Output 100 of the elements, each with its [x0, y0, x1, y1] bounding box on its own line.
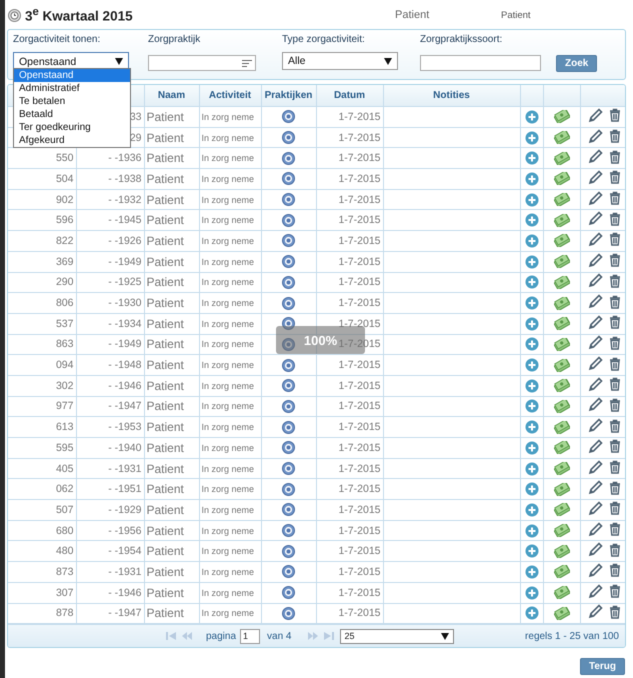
back-button[interactable]: Terug	[580, 658, 625, 676]
pencil-icon[interactable]	[588, 252, 603, 268]
trash-icon[interactable]	[608, 439, 621, 454]
banknote-icon[interactable]	[554, 338, 570, 351]
plus-icon[interactable]	[524, 151, 538, 166]
trash-icon[interactable]	[608, 315, 621, 330]
column-header[interactable]: Notities	[383, 85, 520, 106]
plus-icon[interactable]	[524, 316, 538, 331]
plus-icon[interactable]	[524, 337, 538, 352]
search-button[interactable]: Zoek	[556, 55, 598, 72]
pencil-icon[interactable]	[588, 356, 603, 372]
help-icon[interactable]	[282, 606, 295, 620]
column-header[interactable]: Datum	[316, 85, 383, 106]
banknote-icon[interactable]	[554, 317, 570, 330]
dropdown-option[interactable]: Betaald	[14, 108, 130, 121]
plus-icon[interactable]	[524, 213, 538, 228]
plus-icon[interactable]	[524, 564, 538, 579]
trash-icon[interactable]	[608, 150, 621, 164]
help-icon[interactable]	[282, 544, 295, 558]
banknote-icon[interactable]	[554, 110, 570, 124]
type-dropdown[interactable]: Alle	[282, 52, 398, 70]
column-header[interactable]: Praktijken	[261, 85, 316, 106]
banknote-icon[interactable]	[554, 606, 570, 620]
help-icon[interactable]	[282, 214, 295, 227]
banknote-icon[interactable]	[554, 420, 570, 434]
banknote-icon[interactable]	[554, 131, 570, 144]
help-icon[interactable]	[282, 441, 295, 454]
pencil-icon[interactable]	[588, 562, 603, 578]
dropdown-option[interactable]: Afgekeurd	[14, 134, 130, 147]
dropdown-option[interactable]: Ter goedkeuring	[14, 121, 130, 134]
pencil-icon[interactable]	[588, 108, 603, 123]
trash-icon[interactable]	[608, 232, 621, 246]
pencil-icon[interactable]	[588, 170, 603, 185]
trash-icon[interactable]	[608, 501, 621, 516]
column-header[interactable]: Activiteit	[199, 85, 261, 106]
help-icon[interactable]	[282, 110, 295, 124]
page-size-dropdown[interactable]: 25	[340, 628, 454, 644]
help-icon[interactable]	[282, 234, 295, 248]
trash-icon[interactable]	[608, 108, 621, 122]
pencil-icon[interactable]	[588, 128, 603, 144]
help-icon[interactable]	[282, 172, 295, 186]
help-icon[interactable]	[282, 524, 295, 538]
help-icon[interactable]	[282, 420, 295, 434]
help-icon[interactable]	[282, 317, 295, 330]
plus-icon[interactable]	[524, 358, 538, 372]
plus-icon[interactable]	[524, 586, 538, 600]
practice-field[interactable]	[148, 55, 256, 71]
trash-icon[interactable]	[608, 604, 621, 619]
banknote-icon[interactable]	[554, 400, 570, 413]
pencil-icon[interactable]	[588, 604, 603, 620]
banknote-icon[interactable]	[554, 524, 570, 538]
trash-icon[interactable]	[608, 563, 621, 578]
plus-icon[interactable]	[524, 192, 538, 207]
pencil-icon[interactable]	[588, 376, 603, 392]
plus-icon[interactable]	[524, 606, 538, 620]
banknote-icon[interactable]	[554, 441, 570, 454]
plus-icon[interactable]	[524, 502, 538, 517]
pencil-icon[interactable]	[588, 294, 603, 310]
plus-icon[interactable]	[524, 172, 538, 186]
banknote-icon[interactable]	[554, 214, 570, 227]
help-icon[interactable]	[282, 358, 295, 372]
trash-icon[interactable]	[608, 170, 621, 184]
banknote-icon[interactable]	[554, 172, 570, 186]
help-icon[interactable]	[282, 379, 295, 392]
pencil-icon[interactable]	[588, 584, 603, 599]
pencil-icon[interactable]	[588, 211, 603, 226]
practice-type-field[interactable]	[420, 55, 541, 71]
pencil-icon[interactable]	[588, 480, 603, 496]
pencil-icon[interactable]	[588, 335, 603, 350]
plus-icon[interactable]	[524, 378, 538, 393]
plus-icon[interactable]	[524, 110, 538, 124]
banknote-icon[interactable]	[554, 152, 570, 165]
plus-icon[interactable]	[524, 544, 538, 558]
page-field[interactable]: 1	[240, 628, 260, 644]
pencil-icon[interactable]	[588, 542, 603, 558]
help-icon[interactable]	[282, 152, 295, 165]
banknote-icon[interactable]	[554, 482, 570, 496]
pencil-icon[interactable]	[588, 190, 603, 206]
trash-icon[interactable]	[608, 191, 621, 206]
pencil-icon[interactable]	[588, 522, 603, 537]
banknote-icon[interactable]	[554, 544, 570, 558]
plus-icon[interactable]	[524, 524, 538, 538]
trash-icon[interactable]	[608, 212, 621, 226]
banknote-icon[interactable]	[554, 193, 570, 206]
banknote-icon[interactable]	[554, 565, 570, 578]
trash-icon[interactable]	[608, 377, 621, 392]
trash-icon[interactable]	[608, 522, 621, 536]
trash-icon[interactable]	[608, 294, 621, 309]
banknote-icon[interactable]	[554, 586, 570, 600]
banknote-icon[interactable]	[554, 234, 570, 248]
trash-icon[interactable]	[608, 253, 621, 268]
plus-icon[interactable]	[524, 254, 538, 269]
trash-icon[interactable]	[608, 129, 621, 144]
help-icon[interactable]	[282, 193, 295, 206]
trash-icon[interactable]	[608, 460, 621, 474]
plus-icon[interactable]	[524, 482, 538, 496]
trash-icon[interactable]	[608, 356, 621, 371]
banknote-icon[interactable]	[554, 462, 570, 476]
help-icon[interactable]	[282, 565, 295, 578]
trash-icon[interactable]	[608, 584, 621, 598]
